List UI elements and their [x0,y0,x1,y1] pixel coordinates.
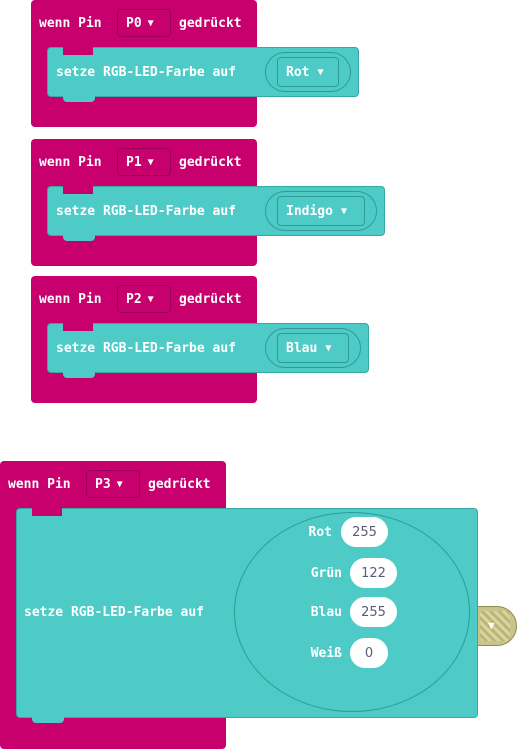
pin-value: P3 [95,476,111,492]
pin-dropdown[interactable]: P3 ▼ [86,470,140,498]
pin-dropdown[interactable]: P2 ▼ [117,285,171,313]
event-suffix: gedrückt [179,16,242,31]
chevron-down-icon: ▼ [317,66,324,78]
chevron-down-icon: ▼ [116,478,123,490]
green-label: Grün [310,566,342,581]
color-dropdown[interactable]: Indigo ▼ [277,196,365,226]
event-suffix: gedrückt [179,292,242,307]
color-value: Rot [286,64,310,80]
white-value-input[interactable]: 0 [350,638,388,668]
pin-dropdown[interactable]: P1 ▼ [117,148,171,176]
red-value-input[interactable]: 255 [341,517,388,547]
color-dropdown[interactable]: Rot ▼ [277,57,339,87]
blue-label: Blau [310,605,342,620]
pin-value: P1 [126,154,142,170]
action-label: setze RGB-LED-Farbe auf [56,65,237,80]
action-label: setze RGB-LED-Farbe auf [56,341,237,356]
blue-value-input[interactable]: 255 [350,597,397,627]
green-value-input[interactable]: 122 [350,558,397,588]
event-suffix: gedrückt [148,477,211,492]
chevron-down-icon: ▼ [325,342,332,354]
chevron-down-icon: ▼ [147,17,154,29]
event-prefix: wenn Pin [39,155,102,170]
red-label: Rot [308,525,332,540]
action-label: setze RGB-LED-Farbe auf [24,605,205,620]
pin-value: P0 [126,15,142,31]
action-label: setze RGB-LED-Farbe auf [56,204,237,219]
chevron-down-icon: ▼ [147,156,154,168]
event-suffix: gedrückt [179,155,242,170]
color-value: Blau [286,340,318,356]
chevron-down-icon: ▼ [147,293,154,305]
event-prefix: wenn Pin [39,292,102,307]
chevron-down-icon: ▼ [488,619,495,632]
event-prefix: wenn Pin [8,477,71,492]
chevron-down-icon: ▼ [340,205,347,217]
detached-dropdown-stub[interactable]: ▼ [477,606,517,646]
color-value: Indigo [286,203,333,219]
pin-value: P2 [126,291,142,307]
event-prefix: wenn Pin [39,16,102,31]
pin-dropdown[interactable]: P0 ▼ [117,9,171,37]
color-dropdown[interactable]: Blau ▼ [277,333,349,363]
white-label: Weiß [310,646,342,661]
